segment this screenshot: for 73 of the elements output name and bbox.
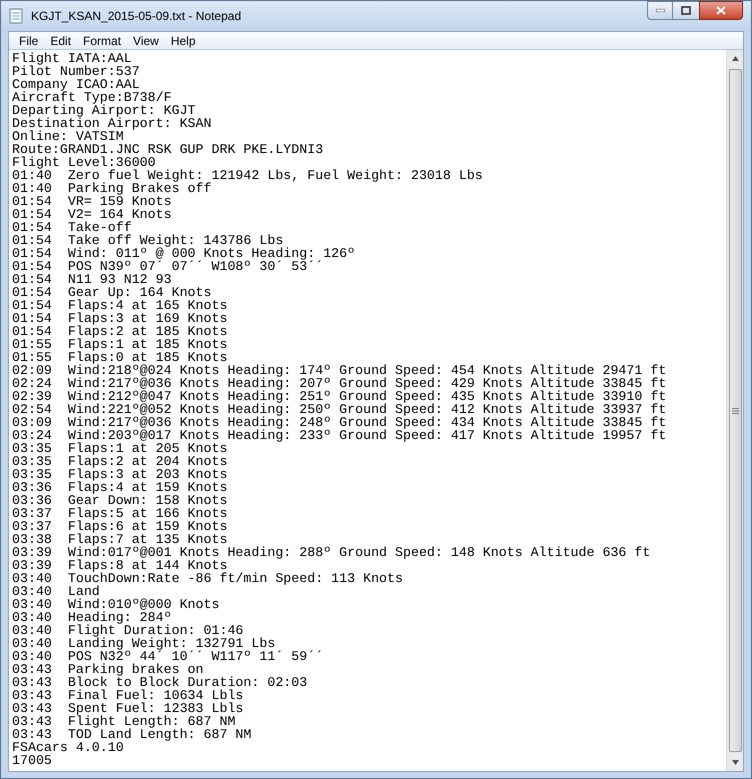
text-line: 01:54 V2= 164 Knots (12, 208, 172, 221)
close-button[interactable] (699, 1, 743, 20)
maximize-button[interactable] (673, 1, 699, 20)
text-line: 03:40 Wind:010º@000 Knots (12, 598, 220, 611)
text-line: 01:54 Take-off (12, 221, 132, 234)
text-line: 03:40 Flight Duration: 01:46 (12, 624, 244, 637)
text-line: 03:43 TOD Land Length: 687 NM (12, 728, 252, 741)
scroll-down-icon[interactable] (732, 760, 738, 765)
text-line: 01:54 Flaps:3 at 169 Knots (12, 312, 228, 325)
text-line: 01:54 Wind: 011º @ 000 Knots Heading: 126º (12, 247, 356, 260)
text-line: 01:54 Gear Up: 164 Knots (12, 286, 212, 299)
text-line: 01:55 Flaps:0 at 185 Knots (12, 351, 228, 364)
text-line: 01:54 VR= 159 Knots (12, 195, 172, 208)
menu-item[interactable]: Format (77, 32, 128, 50)
text-line: 03:43 Parking brakes on (12, 663, 204, 676)
text-line: 03:40 TouchDown:Rate -86 ft/min Speed: 113 Knots (12, 572, 403, 585)
text-line: Pilot Number:537 (12, 65, 140, 78)
text-line: 01:54 Flaps:2 at 185 Knots (12, 325, 228, 338)
notepad-icon (9, 8, 23, 24)
text-line: Aircraft Type:B738/F (12, 91, 172, 104)
text-line: 03:43 Block to Block Duration: 02:03 (12, 676, 308, 689)
text-line: 03:37 Flaps:5 at 166 Knots (12, 507, 228, 520)
text-line: 03:37 Flaps:6 at 159 Knots (12, 520, 228, 533)
close-icon (716, 6, 726, 15)
text-line: Online: VATSIM (12, 130, 124, 143)
menu-item[interactable]: Edit (44, 32, 78, 50)
text-line: 02:09 Wind:218º@024 Knots Heading: 174º Ground Speed: 454 Knots Altitude 29471 ft (12, 364, 666, 377)
menu-item[interactable]: Help (164, 32, 202, 50)
menu-item[interactable]: View (127, 32, 165, 50)
minimize-icon (656, 9, 664, 12)
text-line: 03:09 Wind:217º@036 Knots Heading: 248º Ground Speed: 434 Knots Altitude 33845 ft (12, 416, 666, 429)
text-line: 03:40 Land (12, 585, 100, 598)
text-line: 02:54 Wind:221º@052 Knots Heading: 250º Ground Speed: 412 Knots Altitude 33937 ft (12, 403, 666, 416)
text-line: 03:39 Flaps:8 at 144 Knots (12, 559, 228, 572)
text-line: 17005 (12, 754, 52, 767)
text-line: 03:24 Wind:203º@017 Knots Heading: 233º Ground Speed: 417 Knots Altitude 19957 ft (12, 429, 666, 442)
text-line: 02:24 Wind:217º@036 Knots Heading: 207º Ground Speed: 429 Knots Altitude 33845 ft (12, 377, 666, 390)
text-line: 03:35 Flaps:3 at 203 Knots (12, 468, 228, 481)
maximize-icon (681, 6, 691, 15)
text-line: 01:54 N11 93 N12 93 (12, 273, 172, 286)
text-line: 03:39 Wind:017º@001 Knots Heading: 288º Ground Speed: 148 Knots Altitude 636 ft (12, 546, 650, 559)
text-line: 03:40 Heading: 284º (12, 611, 172, 624)
text-line: 03:40 Landing Weight: 132791 Lbs (12, 637, 276, 650)
text-line: 02:39 Wind:212º@047 Knots Heading: 251º Ground Speed: 435 Knots Altitude 33910 ft (12, 390, 666, 403)
menu-item[interactable]: File (13, 32, 44, 50)
vertical-scrollbar[interactable] (726, 50, 743, 771)
text-line: Departing Airport: KGJT (12, 104, 196, 117)
text-line: 01:40 Zero fuel Weight: 121942 Lbs, Fuel Weight: 23018 Lbs (12, 169, 483, 182)
text-line: Destination Airport: KSAN (12, 117, 212, 130)
minimize-button[interactable] (647, 1, 673, 20)
text-line: 01:54 POS N39º 07´ 07´´ W108º 30´ 53´´ (12, 260, 324, 273)
scroll-thumb[interactable] (728, 69, 742, 752)
text-line: Flight Level:36000 (12, 156, 156, 169)
text-line: Company ICAO:AAL (12, 78, 140, 91)
text-line: Route:GRAND1.JNC RSK GUP DRK PKE.LYDNI3 (12, 143, 324, 156)
text-line: 01:54 Take off Weight: 143786 Lbs (12, 234, 284, 247)
window-title: KGJT_KSAN_2015-05-09.txt - Notepad (31, 8, 242, 25)
text-line: Flight IATA:AAL (12, 52, 132, 65)
scroll-up-icon[interactable] (732, 56, 738, 61)
text-line: FSAcars 4.0.10 (12, 741, 124, 754)
text-line: 01:55 Flaps:1 at 185 Knots (12, 338, 228, 351)
text-line: 03:43 Final Fuel: 10634 Lbls (12, 689, 244, 702)
text-line: 03:36 Gear Down: 158 Knots (12, 494, 228, 507)
text-line: 03:40 POS N32º 44´ 10´´ W117º 11´ 59´´ (12, 650, 324, 663)
text-line: 03:35 Flaps:2 at 204 Knots (12, 455, 228, 468)
text-line: 03:43 Flight Length: 687 NM (12, 715, 236, 728)
text-line: 03:43 Spent Fuel: 12383 Lbls (12, 702, 244, 715)
text-line: 03:36 Flaps:4 at 159 Knots (12, 481, 228, 494)
text-line: 01:40 Parking Brakes off (12, 182, 212, 195)
text-line: 03:35 Flaps:1 at 205 Knots (12, 442, 228, 455)
text-line: 03:38 Flaps:7 at 135 Knots (12, 533, 228, 546)
grip-icon (732, 408, 738, 414)
text-line: 01:54 Flaps:4 at 165 Knots (12, 299, 228, 312)
